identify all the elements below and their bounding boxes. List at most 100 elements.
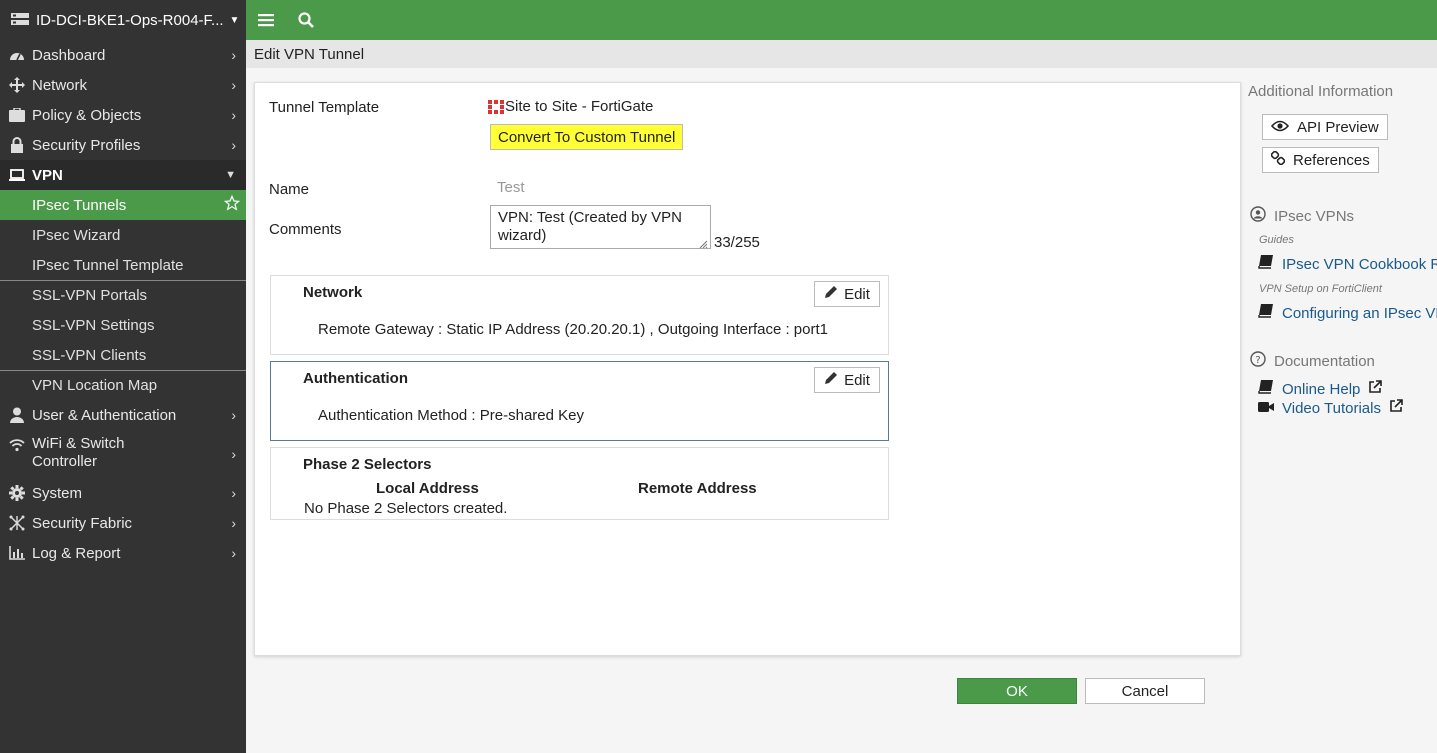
user-circle-icon (1250, 206, 1266, 226)
svg-text:?: ? (1255, 355, 1260, 366)
phase2-section-title: Phase 2 Selectors (303, 456, 432, 473)
search-icon[interactable] (286, 0, 326, 40)
ok-button[interactable]: OK (957, 678, 1077, 704)
nav-label: IPsec Tunnel Template (32, 256, 184, 274)
video-tutorials-label: Video Tutorials (1282, 399, 1381, 417)
chevron-right-icon: › (231, 545, 236, 561)
cookbook-link[interactable]: IPsec VPN Cookbook Re (1258, 255, 1437, 273)
network-icon (8, 77, 26, 93)
nav-ssl-vpn-clients[interactable]: SSL-VPN Clients (0, 340, 246, 370)
chevron-right-icon: › (231, 77, 236, 93)
resize-grip-icon[interactable] (698, 236, 708, 249)
additional-info-panel: Additional Information API Preview Refer… (1248, 82, 1437, 442)
nav-ssl-vpn-portals[interactable]: SSL-VPN Portals (0, 280, 246, 310)
convert-to-custom-tunnel-button[interactable]: Convert To Custom Tunnel (490, 124, 684, 150)
documentation-heading: ? Documentation (1250, 351, 1375, 371)
nav-security-fabric[interactable]: Security Fabric › (0, 508, 246, 538)
book-icon (1258, 304, 1274, 322)
references-button[interactable]: References (1262, 147, 1379, 173)
phase2-empty-message: No Phase 2 Selectors created. (304, 500, 508, 517)
menu-icon[interactable] (246, 0, 286, 40)
star-icon[interactable] (223, 194, 241, 215)
nav-label: Dashboard (32, 46, 106, 64)
network-edit-button[interactable]: Edit (814, 281, 880, 307)
chevron-right-icon: › (231, 407, 236, 423)
question-circle-icon: ? (1250, 351, 1266, 371)
chevron-right-icon: › (231, 446, 236, 462)
pencil-icon (824, 285, 838, 303)
nav-label: SSL-VPN Clients (32, 346, 147, 364)
references-label: References (1293, 151, 1370, 169)
authentication-section: Authentication Edit Authentication Metho… (270, 361, 889, 441)
page-title: Edit VPN Tunnel (254, 45, 365, 63)
book-icon (1258, 255, 1274, 273)
configuring-label: Configuring an IPsec VP (1282, 304, 1437, 322)
sidebar: ID-DCI-BKE1-Ops-R004-F... ▼ Dashboard › … (0, 0, 246, 753)
nav-ipsec-wizard[interactable]: IPsec Wizard (0, 220, 246, 250)
configuring-ipsec-link[interactable]: Configuring an IPsec VP (1258, 304, 1437, 322)
nav-label: Policy & Objects (32, 106, 142, 124)
nav-ipsec-tunnels[interactable]: IPsec Tunnels (0, 190, 246, 220)
name-label: Name (269, 181, 310, 198)
device-name: ID-DCI-BKE1-Ops-R004-F... (36, 11, 224, 29)
video-camera-icon (1258, 400, 1274, 417)
pencil-icon (824, 371, 838, 389)
comments-text: VPN: Test (Created by VPN wizard) (498, 209, 682, 244)
device-icon (10, 12, 30, 28)
ipsec-vpns-heading: IPsec VPNs (1250, 206, 1354, 226)
nav-vpn-location-map[interactable]: VPN Location Map (0, 370, 246, 400)
nav-network[interactable]: Network › (0, 70, 246, 100)
comments-textarea[interactable]: VPN: Test (Created by VPN wizard) (490, 205, 711, 249)
guides-caption: Guides (1259, 234, 1294, 246)
nav-log-report[interactable]: Log & Report › (0, 538, 246, 568)
edit-label: Edit (844, 371, 870, 389)
additional-info-header: Additional Information (1248, 83, 1394, 100)
tunnel-template-value: Site to Site - FortiGate (488, 98, 653, 115)
chevron-right-icon: › (231, 137, 236, 153)
network-summary: Remote Gateway : Static IP Address (20.2… (318, 321, 828, 338)
nav-label: Network (32, 76, 88, 94)
nav-label: Security Fabric (32, 514, 133, 532)
chevron-down-icon: ▼ (229, 14, 240, 26)
video-tutorials-link[interactable]: Video Tutorials (1258, 399, 1403, 417)
nav-dashboard[interactable]: Dashboard › (0, 40, 246, 70)
nav-label: SSL-VPN Portals (32, 287, 148, 304)
page-title-bar: Edit VPN Tunnel (246, 40, 1437, 68)
nav-ssl-vpn-settings[interactable]: SSL-VPN Settings (0, 310, 246, 340)
nav-label: SSL-VPN Settings (32, 316, 155, 334)
nav-security-profiles[interactable]: Security Profiles › (0, 130, 246, 160)
documentation-label: Documentation (1274, 352, 1375, 370)
gear-icon (8, 485, 26, 501)
nav-label: Security Profiles (32, 136, 141, 154)
edit-vpn-panel: Tunnel Template Site to Site - FortiGate… (254, 82, 1241, 656)
chevron-down-icon: ▼ (225, 169, 236, 181)
nav-user-authentication[interactable]: User & Authentication › (0, 400, 246, 430)
fortigate-icon (488, 99, 504, 114)
nav-label-line2: Controller (32, 453, 98, 470)
device-selector[interactable]: ID-DCI-BKE1-Ops-R004-F... ▼ (0, 0, 246, 40)
phase2-section: Phase 2 Selectors Local Address Remote A… (270, 447, 889, 520)
nav-label: WiFi & Switch Controller (32, 435, 125, 471)
nav-ipsec-tunnel-template[interactable]: IPsec Tunnel Template (0, 250, 246, 280)
nav-policy-objects[interactable]: Policy & Objects › (0, 100, 246, 130)
nav-label: Log & Report (32, 544, 121, 562)
link-icon (1270, 150, 1286, 169)
online-help-link[interactable]: Online Help (1258, 380, 1383, 398)
cancel-button[interactable]: Cancel (1085, 678, 1205, 704)
authentication-edit-button[interactable]: Edit (814, 367, 880, 393)
chevron-right-icon: › (231, 47, 236, 63)
forticlient-caption: VPN Setup on FortiClient (1259, 283, 1382, 295)
policy-icon (8, 107, 26, 123)
nav-wifi-switch-controller[interactable]: WiFi & Switch Controller › (0, 430, 246, 478)
nav-system[interactable]: System › (0, 478, 246, 508)
nav-vpn[interactable]: VPN ▼ (0, 160, 246, 190)
chevron-right-icon: › (231, 515, 236, 531)
chevron-right-icon: › (231, 107, 236, 123)
nav-label: VPN (32, 166, 63, 184)
network-section: Network Edit Remote Gateway : Static IP … (270, 275, 889, 355)
external-link-icon (1368, 380, 1383, 398)
authentication-summary: Authentication Method : Pre-shared Key (318, 407, 584, 424)
bar-chart-icon (8, 545, 26, 561)
authentication-section-title: Authentication (303, 370, 408, 387)
api-preview-button[interactable]: API Preview (1262, 114, 1388, 140)
